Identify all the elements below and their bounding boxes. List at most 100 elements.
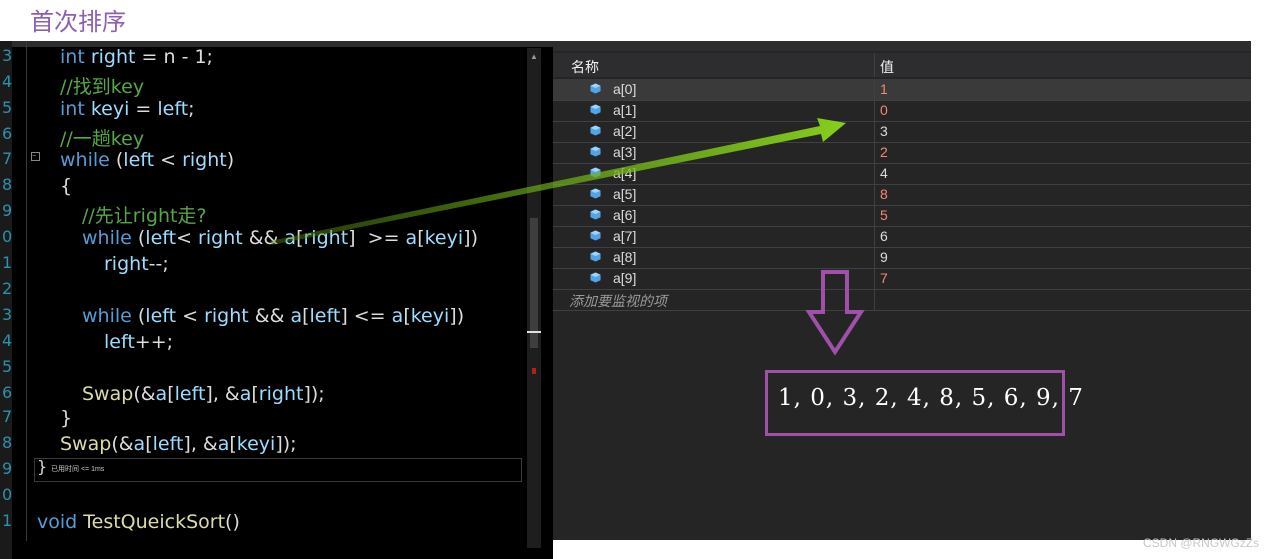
watch-row-value[interactable]: 7: [880, 270, 888, 286]
code-line: int right = n - 1;: [60, 46, 213, 68]
watch-row-name: a[1]: [613, 102, 637, 118]
line-number: 5: [2, 98, 13, 117]
watch-row-name: a[0]: [613, 81, 637, 97]
watch-row-value[interactable]: 4: [880, 165, 888, 181]
code-brace: }: [60, 407, 73, 429]
watch-row[interactable]: a[9] 7: [553, 268, 1251, 290]
column-divider: [874, 79, 875, 100]
add-watch-row[interactable]: 添加要监视的项: [553, 289, 1251, 311]
line-number: 1: [2, 253, 13, 272]
column-divider: [874, 100, 875, 121]
breakpoint-marker: [532, 368, 536, 374]
watch-row[interactable]: a[5] 8: [553, 184, 1251, 206]
variable-field-icon: [590, 209, 601, 220]
line-number: 5: [2, 357, 13, 376]
watch-row[interactable]: a[0] 1: [553, 79, 1251, 101]
watch-row[interactable]: a[2] 3: [553, 121, 1251, 143]
code-comment: //先让right走?: [82, 205, 207, 227]
watch-row-value[interactable]: 0: [880, 102, 888, 118]
line-number: 1: [2, 511, 13, 530]
line-number-gutter: [0, 41, 12, 559]
line-number: 8: [2, 175, 13, 194]
watch-row-value[interactable]: 3: [880, 123, 888, 139]
watch-toolbar[interactable]: [553, 41, 1251, 51]
add-watch-placeholder[interactable]: 添加要监视的项: [569, 291, 667, 311]
column-value-header[interactable]: 值: [880, 57, 894, 77]
variable-field-icon: [590, 146, 601, 157]
watch-row-name: a[2]: [613, 123, 637, 139]
sorted-sequence-text: 1, 0, 3, 2, 4, 8, 5, 6, 9, 7: [778, 385, 1084, 411]
variable-field-icon: [590, 167, 601, 178]
scroll-up-icon[interactable]: ▲: [530, 52, 538, 61]
line-number: 6: [2, 124, 13, 143]
column-divider[interactable]: [874, 53, 875, 77]
variable-field-icon: [590, 188, 601, 199]
line-number: 0: [2, 485, 13, 504]
line-number: 7: [2, 407, 13, 426]
line-number: 7: [2, 149, 13, 168]
line-number: 8: [2, 433, 13, 452]
variable-field-icon: [590, 125, 601, 136]
code-line: while (left< right && a[right] >= a[keyi…: [82, 227, 478, 249]
watch-row-value[interactable]: 1: [880, 81, 888, 97]
watch-row[interactable]: a[6] 5: [553, 205, 1251, 227]
page-heading: 首次排序: [30, 8, 126, 36]
line-number: 9: [2, 459, 13, 478]
code-editor[interactable]: 3 4 5 6 7 8 9 0 1 2 3 4 5 6 7 8 9 0 1 − int right = n - 1;…: [0, 41, 553, 559]
watch-row-name: a[4]: [613, 165, 637, 181]
line-number: 0: [2, 227, 13, 246]
code-line: right--;: [104, 253, 169, 275]
watch-row-value[interactable]: 6: [880, 228, 888, 244]
column-divider: [874, 121, 875, 142]
watch-row-name: a[7]: [613, 228, 637, 244]
code-line: Swap(&a[left], &a[right]);: [82, 383, 325, 405]
watch-row-value[interactable]: 2: [880, 144, 888, 160]
perf-tip-text: 已用时间 <= 1ms: [51, 466, 105, 473]
code-line: while (left < right): [60, 149, 235, 171]
watch-row-name: a[5]: [613, 186, 637, 202]
scrollbar-thumb[interactable]: [530, 218, 538, 348]
sorted-sequence-box: 1, 0, 3, 2, 4, 8, 5, 6, 9, 7: [765, 370, 1083, 436]
code-line: int keyi = left;: [60, 98, 195, 120]
line-number: 6: [2, 383, 13, 402]
code-comment: //找到key: [60, 76, 145, 98]
watch-row[interactable]: a[4] 4: [553, 163, 1251, 185]
watermark: CSDN @RNGWGzZs: [1143, 536, 1260, 550]
line-number: 4: [2, 331, 13, 350]
code-comment: //一趟key: [60, 128, 145, 150]
watch-row-name: a[6]: [613, 207, 637, 223]
watch-column-header: 名称 值: [553, 53, 1251, 77]
variable-field-icon: [590, 104, 601, 115]
collapse-toggle-icon[interactable]: −: [31, 152, 40, 161]
watch-row[interactable]: a[3] 2: [553, 142, 1251, 164]
watch-row-value[interactable]: 9: [880, 249, 888, 265]
watch-row[interactable]: a[7] 6: [553, 226, 1251, 248]
watch-row-value[interactable]: 5: [880, 207, 888, 223]
code-line: Swap(&a[left], &a[keyi]);: [60, 433, 297, 455]
code-line: left++;: [104, 331, 174, 353]
line-number: 3: [2, 305, 13, 324]
line-number: 9: [2, 201, 13, 220]
caret-position-marker: [527, 331, 541, 333]
editor-scrollbar[interactable]: ▲: [527, 48, 541, 548]
column-divider: [874, 268, 875, 289]
watch-window[interactable]: 名称 值 a[0] 1 a[1] 0 a[2] 3 a[3] 2 a[4] 4 a[5] 8 a[6] 5…: [553, 41, 1251, 540]
watch-row[interactable]: a[1] 0: [553, 100, 1251, 122]
column-divider: [874, 142, 875, 163]
column-divider: [874, 184, 875, 205]
code-line: void TestQueickSort(): [37, 511, 240, 533]
line-number: 3: [2, 46, 13, 65]
watch-row-value[interactable]: 8: [880, 186, 888, 202]
line-number: 2: [2, 279, 13, 298]
column-divider: [874, 226, 875, 247]
variable-field-icon: [590, 83, 601, 94]
variable-field-icon: [590, 251, 601, 262]
variable-field-icon: [590, 230, 601, 241]
column-divider: [874, 205, 875, 226]
outline-guide: [26, 41, 27, 541]
column-divider: [874, 163, 875, 184]
watch-row[interactable]: a[8] 9: [553, 247, 1251, 269]
watch-row-name: a[8]: [613, 249, 637, 265]
column-name-header[interactable]: 名称: [571, 57, 599, 77]
code-brace: }: [37, 457, 48, 476]
